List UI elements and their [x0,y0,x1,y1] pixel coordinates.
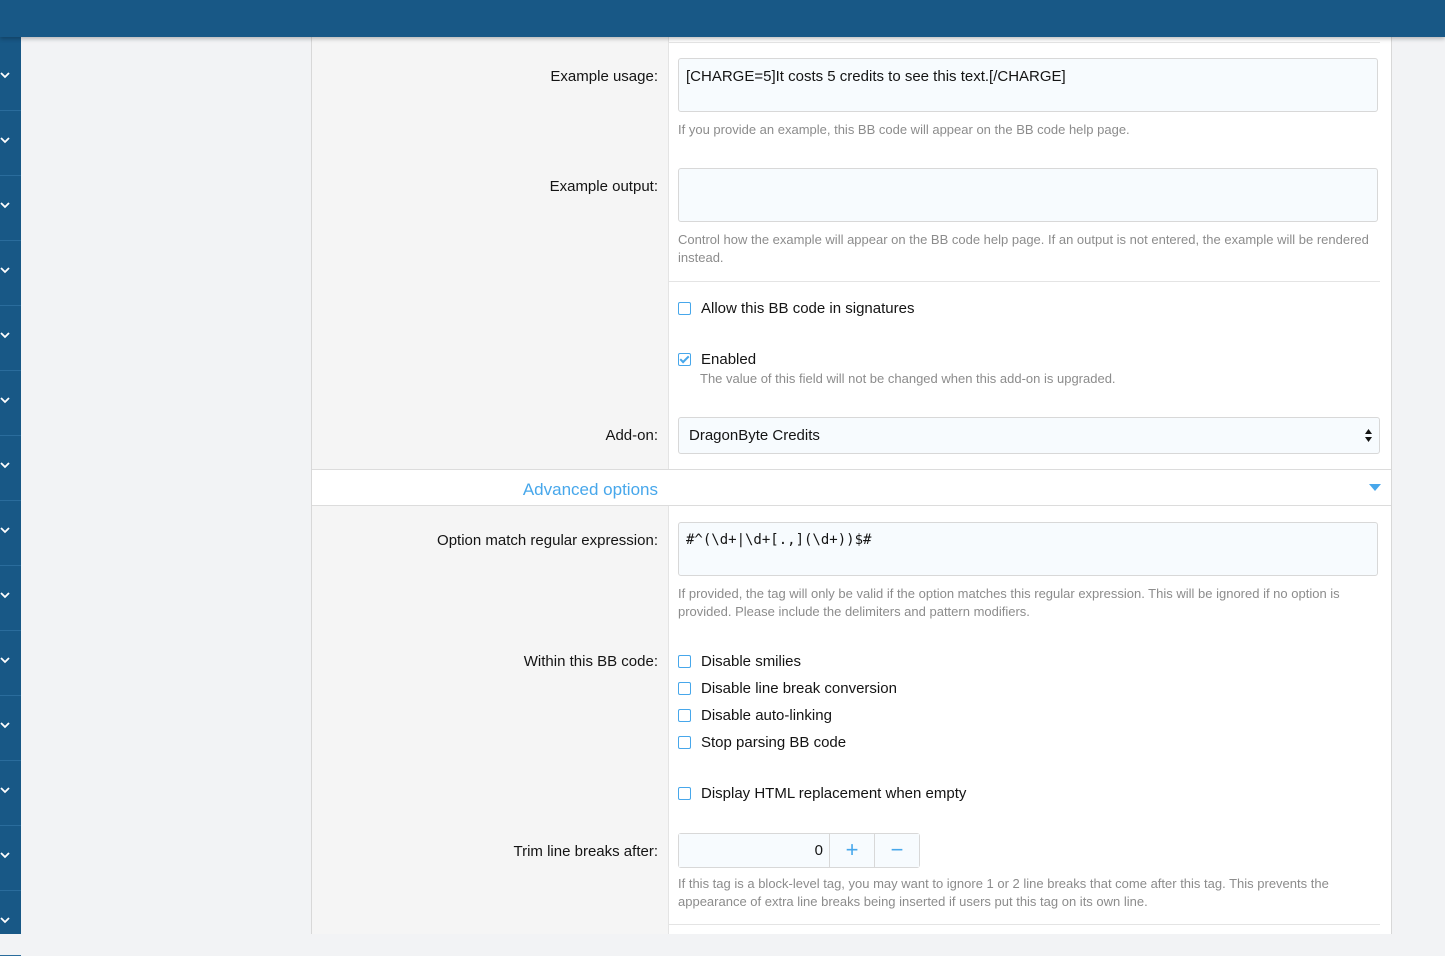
chevron-down-icon[interactable] [0,917,10,924]
chevron-down-icon[interactable] [0,722,10,729]
chevron-down-icon[interactable] [0,852,10,859]
chevron-down-icon[interactable] [0,462,10,469]
display-html-empty-label: Display HTML replacement when empty [701,784,967,802]
divider [668,281,1380,282]
chevron-down-icon[interactable] [0,397,10,404]
disable-line-break-checkbox-row[interactable]: Disable line break conversion [678,678,897,698]
bb-code-edit-form: Example usage: [CHARGE=5]It costs 5 cred… [311,37,1392,934]
sidebar-section-toggle[interactable] [0,372,21,436]
admin-sidebar [0,37,21,956]
divider [668,924,1380,925]
chevron-down-icon[interactable] [0,657,10,664]
addon-select[interactable]: DragonByte Credits [678,417,1380,454]
chevron-down-icon[interactable] [0,72,10,79]
sidebar-section-toggle[interactable] [0,632,21,696]
chevron-down-icon[interactable] [1369,484,1381,491]
disable-auto-linking-label: Disable auto-linking [701,706,832,724]
example-usage-textarea[interactable]: [CHARGE=5]It costs 5 credits to see this… [678,58,1378,112]
chevron-down-icon[interactable] [0,527,10,534]
chevron-down-icon[interactable] [0,267,10,274]
stop-parsing-label: Stop parsing BB code [701,733,847,751]
option-regex-label: Option match regular expression: [437,532,658,549]
disable-smilies-checkbox[interactable] [678,654,691,668]
example-output-label: Example output: [549,178,658,195]
sidebar-section-toggle[interactable] [0,437,21,501]
chevron-down-icon[interactable] [0,202,10,209]
addon-label: Add-on: [605,427,658,444]
chevron-down-icon[interactable] [0,592,10,599]
sidebar-section-toggle[interactable] [0,567,21,631]
stop-parsing-checkbox-row[interactable]: Stop parsing BB code [678,732,846,752]
disable-line-break-label: Disable line break conversion [701,679,897,697]
trim-line-breaks-hint: If this tag is a block-level tag, you ma… [678,876,1329,909]
option-regex-textarea[interactable]: #^(\d+|\d+[.,](\d+))$# [678,522,1378,576]
sidebar-section-toggle[interactable] [0,177,21,241]
stop-parsing-checkbox[interactable] [678,735,691,749]
addon-select-value: DragonByte Credits [689,427,820,444]
increment-button[interactable]: + [829,834,874,867]
disable-auto-linking-checkbox[interactable] [678,708,691,722]
advanced-options-toggle-bar[interactable]: Advanced options [312,469,1391,506]
trim-line-breaks-input[interactable]: 0 [679,834,829,867]
sidebar-section-toggle[interactable] [0,47,21,111]
disable-line-break-checkbox[interactable] [678,681,691,695]
allow-signatures-label: Allow this BB code in signatures [701,299,915,317]
trim-line-breaks-stepper: 0 + − [678,833,920,868]
enabled-checkbox[interactable] [678,352,691,366]
disable-smilies-checkbox-row[interactable]: Disable smilies [678,651,801,671]
sidebar-section-toggle[interactable] [0,307,21,371]
sidebar-section-toggle[interactable] [0,892,21,956]
chevron-down-icon[interactable] [0,787,10,794]
advanced-options-title[interactable]: Advanced options [523,480,658,500]
sidebar-section-toggle[interactable] [0,112,21,176]
sidebar-section-toggle[interactable] [0,242,21,306]
display-html-empty-checkbox[interactable] [678,786,691,800]
allow-signatures-checkbox-row[interactable]: Allow this BB code in signatures [678,298,914,318]
enabled-label: Enabled [701,350,757,368]
example-usage-label: Example usage: [550,68,658,85]
chevron-down-icon[interactable] [0,332,10,339]
display-html-empty-checkbox-row[interactable]: Display HTML replacement when empty [678,783,966,803]
chevron-down-icon[interactable] [0,137,10,144]
allow-signatures-checkbox[interactable] [678,301,691,315]
enabled-checkbox-row[interactable]: Enabled [678,349,756,369]
sidebar-section-toggle[interactable] [0,762,21,826]
sidebar-section-toggle[interactable] [0,697,21,761]
sidebar-section-toggle[interactable] [0,502,21,566]
example-usage-hint: If you provide an example, this BB code … [678,122,1130,137]
sidebar-section-toggle[interactable] [0,827,21,891]
trim-line-breaks-label: Trim line breaks after: [513,843,659,860]
select-arrows-icon [1365,429,1372,442]
top-navigation-bar [0,0,1445,37]
divider [668,42,1380,43]
option-regex-hint: If provided, the tag will only be valid … [678,586,1340,619]
example-output-hint: Control how the example will appear on t… [678,232,1369,265]
decrement-button[interactable]: − [874,834,919,867]
disable-auto-linking-checkbox-row[interactable]: Disable auto-linking [678,705,832,725]
example-output-textarea[interactable] [678,168,1378,222]
disable-smilies-label: Disable smilies [701,652,802,670]
enabled-hint: The value of this field will not be chan… [700,371,1116,386]
within-bbcode-label: Within this BB code: [523,653,658,670]
